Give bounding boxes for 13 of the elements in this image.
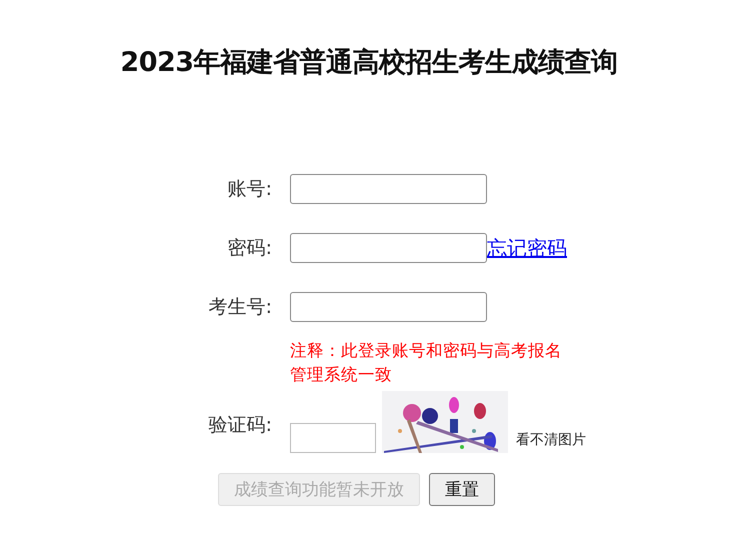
forgot-password-link[interactable]: 忘记密码	[487, 234, 567, 262]
field-label: 考生号:	[208, 295, 272, 320]
input-field[interactable]	[290, 174, 487, 204]
note-text: 注释：此登录账号和密码与高考报名管理系统一致	[290, 340, 563, 386]
field-label: 账号:	[228, 177, 272, 202]
reset-button[interactable]: 重置	[429, 473, 495, 506]
field-label: 验证码:	[208, 413, 272, 438]
captcha-input-field[interactable]	[290, 423, 376, 453]
input-field[interactable]	[290, 233, 487, 263]
field-label: 密码:	[228, 236, 272, 261]
page-title: 2023年福建省普通高校招生考生成绩查询	[119, 46, 619, 80]
refresh-captcha-link[interactable]: 看不清图片	[516, 431, 586, 449]
input-field[interactable]	[290, 292, 487, 322]
